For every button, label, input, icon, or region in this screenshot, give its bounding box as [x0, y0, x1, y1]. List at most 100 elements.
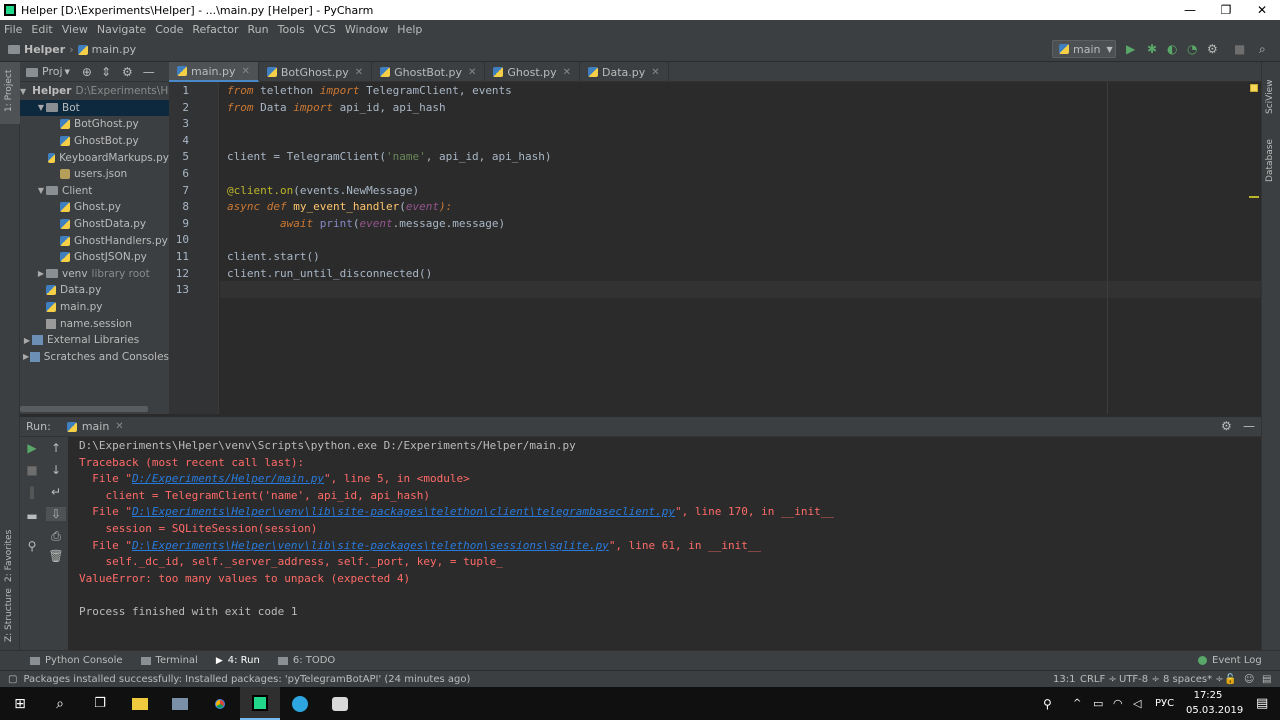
tree-item[interactable]: GhostHandlers.py [20, 232, 169, 249]
caret-position[interactable]: 13:1 [1053, 674, 1075, 685]
tree-item[interactable]: GhostData.py [20, 216, 169, 233]
event-log-tool[interactable]: Event Log [1198, 655, 1262, 666]
people-icon[interactable]: ⚲ [1043, 697, 1052, 711]
editor-tab[interactable]: BotGhost.py ✕ [259, 62, 373, 82]
run-tab-main[interactable]: main [82, 420, 109, 433]
editor-tab[interactable]: main.py ✕ [169, 62, 259, 82]
task-view-button[interactable]: ❐ [80, 687, 120, 720]
menu-code[interactable]: Code [155, 23, 183, 36]
locate-file-icon[interactable]: ⊕ [82, 65, 92, 79]
tree-item[interactable]: ▶ venv library root [20, 266, 169, 283]
terminal-tool[interactable]: Terminal [140, 655, 198, 666]
chevron-right-icon[interactable]: ▶ [36, 269, 46, 278]
code-editor[interactable]: from telethon import TelegramClient, eve… [220, 82, 1261, 414]
language-indicator[interactable]: РУС [1155, 698, 1174, 709]
pin-icon[interactable]: ⚲ [22, 539, 42, 553]
tree-item[interactable]: ▼ Client [20, 183, 169, 200]
breadcrumb-file[interactable]: main.py [92, 43, 136, 56]
pause-icon[interactable]: ‖ [22, 485, 42, 499]
taskbar-pycharm[interactable] [240, 687, 280, 720]
hide-panel-icon[interactable]: — [143, 65, 155, 79]
wifi-icon[interactable]: ◠ [1113, 697, 1123, 710]
taskbar-chrome[interactable] [200, 687, 240, 720]
lock-icon[interactable]: 🔓 [1224, 674, 1236, 685]
battery-icon[interactable]: ▭ [1093, 697, 1103, 710]
close-icon[interactable]: ✕ [468, 67, 476, 78]
soft-wrap-icon[interactable]: ↵ [46, 485, 66, 499]
tree-item[interactable]: Data.py [20, 282, 169, 299]
clock-time[interactable]: 17:25 [1186, 690, 1230, 701]
menu-view[interactable]: View [62, 23, 88, 36]
chevron-down-icon[interactable]: ▼ [36, 103, 46, 112]
console-link-main[interactable]: D:/Experiments/Helper/main.py [132, 472, 324, 485]
search-everywhere-icon[interactable]: ⌕ [1259, 42, 1266, 57]
run-tool[interactable]: ▶ 4: Run [216, 655, 260, 666]
chevron-up-icon[interactable]: ^ [1073, 698, 1081, 709]
horizontal-scrollbar[interactable] [20, 406, 148, 412]
run-console[interactable]: D:\Experiments\Helper\venv\Scripts\pytho… [68, 437, 1261, 650]
run-config-select[interactable]: main ▼ [1052, 40, 1116, 58]
run-icon[interactable]: ▶ [1126, 42, 1135, 56]
chevron-down-icon[interactable]: ▼ [36, 186, 46, 195]
start-button[interactable]: ⊞ [0, 687, 40, 720]
coverage-icon[interactable]: ◐ [1167, 42, 1177, 56]
trash-icon[interactable]: 🗑 [46, 549, 66, 563]
menu-refactor[interactable]: Refactor [192, 23, 238, 36]
scroll-to-end-icon[interactable]: ⇩ [46, 507, 66, 521]
tree-item[interactable]: BotGhost.py [20, 116, 169, 133]
stop-icon[interactable]: ■ [22, 463, 42, 477]
tree-item[interactable]: ▼ Helper D:\Experiments\He [20, 83, 169, 100]
print-icon[interactable]: ⎙ [46, 529, 66, 544]
tree-item[interactable]: users.json [20, 166, 169, 183]
arrow-up-icon[interactable]: ↑ [46, 441, 66, 455]
debug-icon[interactable]: ✱ [1147, 42, 1157, 56]
status-toggle-icon[interactable]: ▢ [8, 674, 17, 685]
tree-item[interactable]: GhostJSON.py [20, 249, 169, 266]
editor-tab[interactable]: GhostBot.py ✕ [372, 62, 486, 82]
minimize-button[interactable]: — [1172, 3, 1208, 17]
todo-tool[interactable]: 6: TODO [277, 655, 335, 666]
menu-file[interactable]: File [4, 23, 22, 36]
file-encoding[interactable]: UTF-8 ÷ [1119, 674, 1160, 685]
clock-date[interactable]: 05.03.2019 [1186, 705, 1243, 716]
taskbar-app-2[interactable] [160, 687, 200, 720]
chevron-right-icon[interactable]: ▶ [22, 352, 31, 361]
breadcrumb-project[interactable]: Helper [24, 43, 65, 56]
console-link-sqlite[interactable]: D:\Experiments\Helper\venv\lib\site-pack… [132, 539, 609, 552]
menu-run[interactable]: Run [248, 23, 269, 36]
gear-icon[interactable]: ⚙ [1221, 419, 1232, 433]
editor-tab[interactable]: Ghost.py ✕ [485, 62, 581, 82]
database-tool-label[interactable]: Database [1265, 139, 1275, 182]
status-message[interactable]: Packages installed successfully: Install… [23, 674, 470, 685]
sciview-tool-label[interactable]: SciView [1265, 79, 1275, 114]
hide-panel-icon[interactable]: — [1243, 419, 1255, 433]
project-tool-button[interactable]: 1: Project [0, 62, 20, 124]
menu-navigate[interactable]: Navigate [97, 23, 146, 36]
inspection-status-icon[interactable] [1250, 84, 1258, 92]
taskbar-telegram[interactable] [280, 687, 320, 720]
menu-tools[interactable]: Tools [278, 23, 305, 36]
indent-setting[interactable]: 8 spaces* ÷ [1163, 674, 1224, 685]
structure-tool-label[interactable]: Z: Structure [4, 588, 14, 642]
search-button[interactable]: ⌕ [40, 687, 80, 720]
maximize-button[interactable]: ❐ [1208, 3, 1244, 17]
close-icon[interactable]: ✕ [115, 421, 123, 432]
editor-tab[interactable]: Data.py ✕ [580, 62, 669, 82]
favorites-tool-label[interactable]: 2: Favorites [4, 530, 14, 582]
taskbar-app-5[interactable] [320, 687, 360, 720]
error-stripe-mark[interactable] [1249, 196, 1259, 198]
concurrency-icon[interactable]: ⚙ [1207, 42, 1218, 56]
action-center-icon[interactable]: ▤ [1256, 696, 1268, 711]
console-link-telegrambaseclient[interactable]: D:\Experiments\Helper\venv\lib\site-pack… [132, 505, 675, 518]
profile-icon[interactable]: ◔ [1187, 42, 1197, 56]
tree-item[interactable]: ▶ Scratches and Consoles [20, 349, 169, 366]
taskbar-explorer[interactable] [120, 687, 160, 720]
volume-icon[interactable]: ◁ [1133, 697, 1141, 710]
notifications-icon[interactable]: ▤ [1262, 674, 1271, 685]
python-console-tool[interactable]: Python Console [30, 655, 123, 666]
menu-help[interactable]: Help [397, 23, 422, 36]
inspector-icon[interactable]: ☺ [1244, 674, 1254, 685]
menu-window[interactable]: Window [345, 23, 388, 36]
layout-icon[interactable]: ▬ [22, 509, 42, 523]
chevron-right-icon[interactable]: ▶ [22, 336, 32, 345]
